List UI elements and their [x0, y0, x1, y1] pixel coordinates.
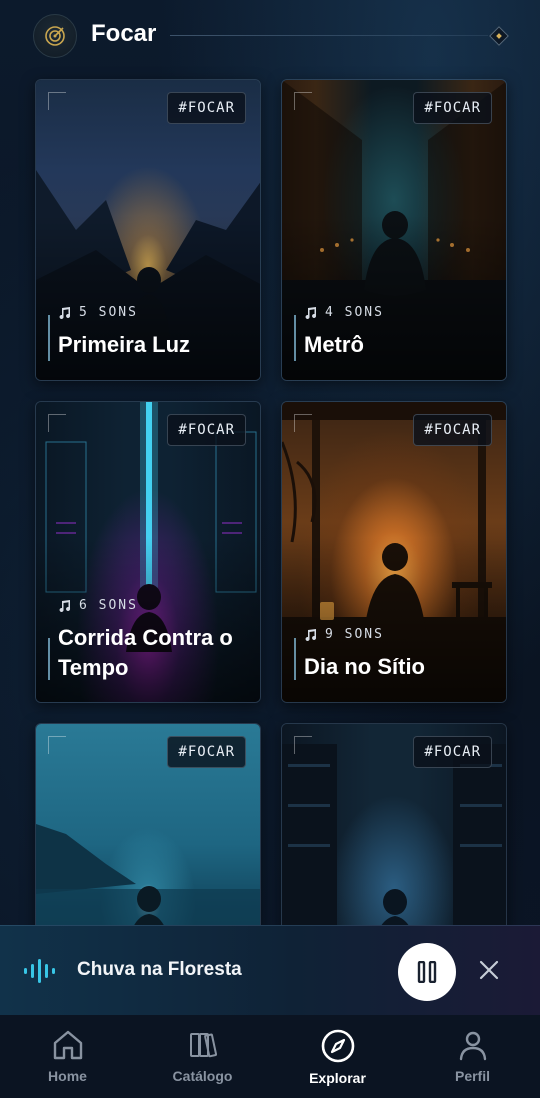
- playlist-card-dia-no-sitio[interactable]: #FOCAR 9 SONS Dia no Sítio: [281, 401, 507, 703]
- nav-item-perfil[interactable]: Perfil: [405, 1015, 540, 1098]
- books-icon: [189, 1033, 217, 1058]
- waveform-icon: [24, 959, 55, 983]
- tag-badge: #FOCAR: [413, 736, 492, 768]
- header-divider: [170, 35, 488, 36]
- diamond-icon[interactable]: [489, 26, 509, 46]
- playlist-card-primeira-luz[interactable]: #FOCAR 5 SONS Primeira Luz: [35, 79, 261, 381]
- music-note-icon: [305, 307, 317, 319]
- music-note-icon: [59, 600, 71, 612]
- music-note-icon: [305, 629, 317, 641]
- playlist-card-metro[interactable]: #FOCAR 4 SONS Metrô: [281, 79, 507, 381]
- page-title: Focar: [91, 20, 157, 47]
- tag-badge: #FOCAR: [413, 92, 492, 124]
- nav-item-home[interactable]: Home: [0, 1015, 135, 1098]
- pause-icon: [417, 961, 437, 983]
- nav-item-catalogo[interactable]: Catálogo: [135, 1015, 270, 1098]
- music-note-icon: [59, 307, 71, 319]
- tag-badge: #FOCAR: [413, 414, 492, 446]
- target-icon: [45, 26, 65, 46]
- home-icon: [53, 1030, 82, 1060]
- now-playing-title: Chuva na Floresta: [77, 959, 242, 980]
- category-badge: [33, 14, 77, 58]
- sound-count: 9 SONS: [304, 627, 384, 642]
- nav-item-explorar[interactable]: Explorar: [270, 1015, 405, 1098]
- tag-badge: #FOCAR: [167, 736, 246, 768]
- sound-count: 4 SONS: [304, 305, 384, 320]
- playlist-name: Primeira Luz: [58, 332, 191, 357]
- bottom-nav: Home Catálogo Explorar Perfil: [0, 1015, 540, 1098]
- close-icon[interactable]: [479, 960, 499, 980]
- playlist-card-corrida[interactable]: #FOCAR 6 SONS Corrida Contra o Tempo: [35, 401, 261, 703]
- sound-count: 5 SONS: [58, 305, 138, 320]
- playlist-name: Corrida Contra o Tempo: [58, 625, 233, 680]
- compass-icon: [321, 1029, 354, 1063]
- sound-count: 6 SONS: [58, 598, 138, 613]
- person-icon: [459, 1031, 486, 1061]
- playlist-name: Dia no Sítio: [304, 654, 425, 679]
- header: Focar: [0, 0, 540, 74]
- now-playing-bar[interactable]: Chuva na Floresta: [0, 925, 540, 1015]
- tag-badge: #FOCAR: [167, 92, 246, 124]
- pause-button[interactable]: [398, 943, 456, 1001]
- playlist-name: Metrô: [304, 332, 364, 357]
- tag-badge: #FOCAR: [167, 414, 246, 446]
